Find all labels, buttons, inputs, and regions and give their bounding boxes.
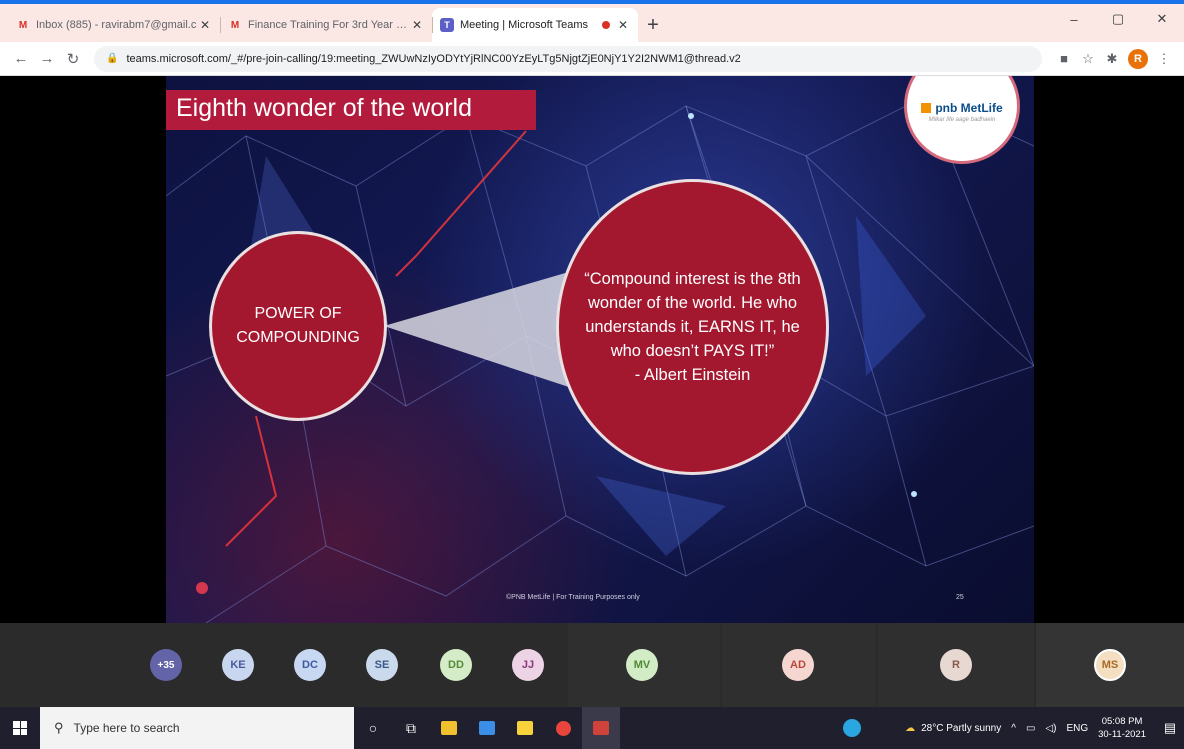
file-explorer-icon[interactable]	[430, 707, 468, 749]
search-icon: ⚲	[54, 720, 64, 735]
participant-avatar-ke[interactable]: KE	[222, 649, 254, 681]
weather-text[interactable]: 28°C Partly sunny	[921, 723, 1001, 734]
chrome-icon[interactable]	[544, 707, 582, 749]
reload-button[interactable]: ↻	[60, 46, 86, 72]
slide-page-number: 25	[956, 594, 964, 601]
network-icon[interactable]: ▭	[1026, 723, 1035, 734]
tab-title: Inbox (885) - ravirabm7@gmail.c	[36, 19, 197, 31]
lock-icon: 🔒	[106, 53, 119, 64]
participant-strip: +35 KE DC SE DD JJ MV AD R MS	[0, 623, 1184, 707]
url-text: teams.microsoft.com/_#/pre-join-calling/…	[126, 52, 741, 65]
participant-avatar-r[interactable]: R	[940, 649, 972, 681]
left-circle-text: POWER OF COMPOUNDING	[236, 305, 360, 346]
logo-tagline: Milkar life aage badhaein	[928, 117, 996, 123]
notification-icon[interactable]: ▤	[1156, 707, 1184, 749]
recording-indicator-icon	[602, 21, 610, 29]
close-icon[interactable]: ✕	[198, 18, 212, 32]
window-controls: – ▢ ✕	[1052, 4, 1184, 34]
search-placeholder: Type here to search	[73, 721, 180, 735]
logo-brand-text: pnb MetLife	[935, 101, 1003, 115]
browser-toolbar: ← → ↻ 🔒 teams.microsoft.com/_#/pre-join-…	[0, 42, 1184, 76]
participant-avatar-ad[interactable]: AD	[782, 649, 814, 681]
screen: M Inbox (885) - ravirabm7@gmail.c ✕ M Fi…	[0, 0, 1184, 749]
tab-finance-training[interactable]: M Finance Training For 3rd Year Co ✕	[220, 8, 432, 42]
tray-chevron-icon[interactable]: ^	[1011, 723, 1016, 734]
menu-icon[interactable]: ⋮	[1152, 46, 1176, 72]
tab-teams-meeting[interactable]: T Meeting | Microsoft Teams ✕	[432, 8, 638, 42]
participant-avatar-ms[interactable]: MS	[1094, 649, 1126, 681]
einstein-quote-circle: “Compound interest is the 8th wonder of …	[556, 179, 829, 475]
start-button[interactable]	[0, 707, 40, 749]
teams-icon: T	[440, 18, 454, 32]
edge-icon[interactable]	[843, 719, 862, 737]
system-tray: ☁ 28°C Partly sunny ^ ▭ ◁) ENG 05:08 PM …	[843, 707, 1184, 749]
gmail-icon: M	[18, 19, 28, 31]
bookmark-star-icon[interactable]: ☆	[1076, 46, 1100, 72]
extensions-icon[interactable]: ✱	[1100, 46, 1124, 72]
back-button[interactable]: ←	[8, 46, 34, 72]
quote-text: “Compound interest is the 8th wonder of …	[584, 270, 801, 384]
windows-taskbar: ⚲ Type here to search ○ ⧉ ☁ 28°C Partly …	[0, 707, 1184, 749]
maximize-button[interactable]: ▢	[1096, 4, 1140, 34]
tab-title: Meeting | Microsoft Teams	[460, 19, 588, 31]
shared-slide: Eighth wonder of the world pnb MetLife M…	[166, 76, 1034, 623]
clock-time: 05:08 PM	[1101, 716, 1143, 727]
sticky-notes-icon[interactable]	[506, 707, 544, 749]
slide-footer: ©PNB MetLife | For Training Purposes onl…	[506, 594, 640, 601]
camera-in-use-icon[interactable]: ■	[1052, 46, 1076, 72]
participant-avatar-mv[interactable]: MV	[626, 649, 658, 681]
participant-avatar-se[interactable]: SE	[366, 649, 398, 681]
slide-title: Eighth wonder of the world	[166, 90, 536, 130]
profile-avatar[interactable]: R	[1128, 48, 1148, 69]
active-app-icon[interactable]	[582, 707, 620, 749]
taskbar-clock[interactable]: 05:08 PM 30-11-2021	[1098, 715, 1146, 741]
task-view-icon[interactable]: ⧉	[392, 707, 430, 749]
tab-title: Finance Training For 3rd Year Co	[248, 19, 410, 31]
weather-icon: ☁	[905, 722, 916, 734]
browser-tabstrip: M Inbox (885) - ravirabm7@gmail.c ✕ M Fi…	[0, 4, 1184, 42]
gmail-icon: M	[230, 19, 240, 31]
tab-gmail-inbox[interactable]: M Inbox (885) - ravirabm7@gmail.c ✕	[8, 8, 220, 42]
meeting-stage: Eighth wonder of the world pnb MetLife M…	[0, 76, 1184, 623]
participant-avatar-dd[interactable]: DD	[440, 649, 472, 681]
more-participants-avatar[interactable]: +35	[150, 649, 182, 681]
taskbar-search-box[interactable]: ⚲ Type here to search	[40, 707, 354, 749]
minimize-button[interactable]: –	[1052, 4, 1096, 34]
participant-avatar-jj[interactable]: JJ	[512, 649, 544, 681]
new-tab-button[interactable]: +	[638, 8, 668, 42]
window-close-button[interactable]: ✕	[1140, 4, 1184, 34]
cortana-icon[interactable]: ○	[354, 707, 392, 749]
store-icon[interactable]	[468, 707, 506, 749]
volume-icon[interactable]: ◁)	[1045, 723, 1056, 734]
power-of-compounding-circle: POWER OF COMPOUNDING	[209, 231, 387, 421]
participant-avatar-dc[interactable]: DC	[294, 649, 326, 681]
address-bar[interactable]: 🔒 teams.microsoft.com/_#/pre-join-callin…	[94, 45, 1042, 72]
metlife-mark-icon	[921, 103, 932, 113]
close-icon[interactable]: ✕	[616, 18, 630, 32]
close-icon[interactable]: ✕	[410, 18, 424, 32]
windows-logo-icon	[13, 721, 27, 735]
language-indicator[interactable]: ENG	[1066, 723, 1088, 734]
clock-date: 30-11-2021	[1098, 729, 1146, 740]
forward-button[interactable]: →	[34, 46, 60, 72]
